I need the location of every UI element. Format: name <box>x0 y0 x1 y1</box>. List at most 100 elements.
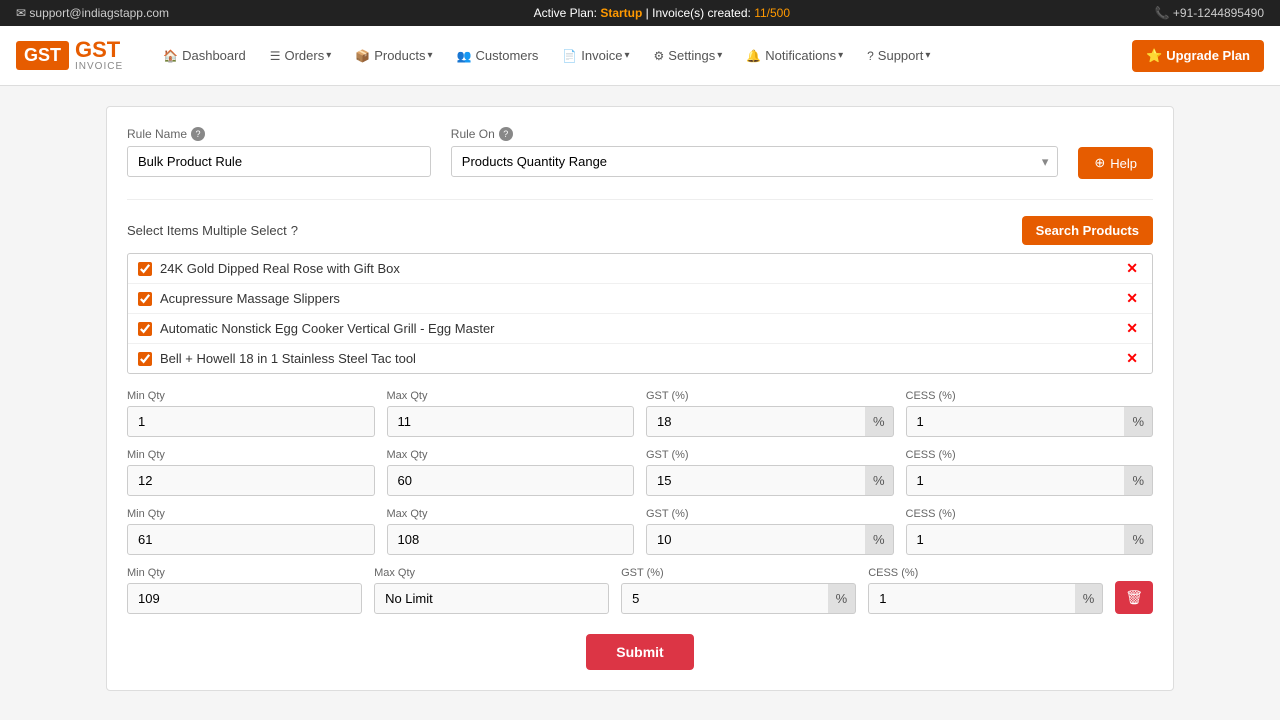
cess-percent-0: % <box>1124 406 1153 437</box>
support-caret: ▾ <box>925 50 930 61</box>
max-qty-input-1[interactable] <box>387 465 635 496</box>
rule-on-help-icon[interactable]: ? <box>499 127 513 141</box>
rule-name-help-icon[interactable]: ? <box>191 127 205 141</box>
rule-on-select-wrapper: Products Quantity Range Order Total Cust… <box>451 146 1059 177</box>
nav-customers[interactable]: 👥 Customers <box>447 40 549 71</box>
active-plan-info: Active Plan: Startup | Invoice(s) create… <box>534 6 790 20</box>
select-items-help-icon[interactable]: ? <box>291 223 298 238</box>
cess-input-wrapper-2: % <box>906 524 1154 555</box>
products-caret: ▾ <box>428 50 433 61</box>
item-name-2: Automatic Nonstick Egg Cooker Vertical G… <box>160 321 495 336</box>
help-button[interactable]: ⊕ Help <box>1078 147 1153 179</box>
min-qty-input-3[interactable] <box>127 583 362 614</box>
rule-name-input[interactable] <box>127 146 431 177</box>
gst-input-2[interactable] <box>646 524 865 555</box>
divider-1 <box>127 199 1153 200</box>
search-products-button[interactable]: Search Products <box>1022 216 1153 245</box>
nav-links: 🏠 Dashboard ☰ Orders ▾ 📦 Products ▾ 👥 Cu… <box>153 40 1264 72</box>
logo-icon: GST <box>16 41 69 70</box>
max-qty-group-3: Max Qty <box>374 567 609 614</box>
form-card: Rule Name ? Rule On ? Products Quantity … <box>106 106 1174 691</box>
rule-on-select[interactable]: Products Quantity Range Order Total Cust… <box>451 146 1059 177</box>
gst-group-2: GST (%) % <box>646 508 894 555</box>
top-bar: ✉ support@indiagstapp.com Active Plan: S… <box>0 0 1280 26</box>
support-email[interactable]: ✉ support@indiagstapp.com <box>16 6 169 20</box>
qty-row-2: Min Qty Max Qty GST (%) % CESS (%) <box>127 508 1153 555</box>
nav-invoice[interactable]: 📄 Invoice ▾ <box>552 40 639 71</box>
item-name-0: 24K Gold Dipped Real Rose with Gift Box <box>160 261 400 276</box>
max-qty-group-0: Max Qty <box>387 390 635 437</box>
max-qty-label-0: Max Qty <box>387 390 635 402</box>
items-list: 24K Gold Dipped Real Rose with Gift Box … <box>127 253 1153 374</box>
orders-caret: ▾ <box>326 50 331 61</box>
logo-gst: GST <box>75 39 123 61</box>
cess-input-1[interactable] <box>906 465 1125 496</box>
select-items-section: Select Items Multiple Select ? Search Pr… <box>127 216 1153 374</box>
nav-notifications[interactable]: 🔔 Notifications ▾ <box>736 40 853 71</box>
upgrade-plan-button[interactable]: ⭐ Upgrade Plan <box>1132 40 1264 72</box>
max-qty-label-1: Max Qty <box>387 449 635 461</box>
item-remove-3[interactable]: ✕ <box>1122 350 1142 367</box>
gst-input-1[interactable] <box>646 465 865 496</box>
item-name-1: Acupressure Massage Slippers <box>160 291 340 306</box>
cess-input-3[interactable] <box>868 583 1075 614</box>
gst-percent-1: % <box>865 465 894 496</box>
list-item: Bell + Howell 18 in 1 Stainless Steel Ta… <box>128 344 1152 373</box>
notifications-icon: 🔔 <box>746 49 761 63</box>
min-qty-label-1: Min Qty <box>127 449 375 461</box>
max-qty-label-2: Max Qty <box>387 508 635 520</box>
max-qty-input-0[interactable] <box>387 406 635 437</box>
nav-support[interactable]: ? Support ▾ <box>857 40 940 71</box>
item-name-3: Bell + Howell 18 in 1 Stainless Steel Ta… <box>160 351 416 366</box>
gst-input-wrapper-2: % <box>646 524 894 555</box>
select-items-label: Select Items Multiple Select ? <box>127 223 298 238</box>
list-item: Automatic Nonstick Egg Cooker Vertical G… <box>128 314 1152 344</box>
help-circle-icon: ⊕ <box>1094 155 1105 171</box>
gst-input-0[interactable] <box>646 406 865 437</box>
nav-products[interactable]: 📦 Products ▾ <box>345 40 442 71</box>
item-left-2: Automatic Nonstick Egg Cooker Vertical G… <box>138 321 495 336</box>
gst-input-3[interactable] <box>621 583 828 614</box>
item-remove-2[interactable]: ✕ <box>1122 320 1142 337</box>
min-qty-group-3: Min Qty <box>127 567 362 614</box>
cess-input-2[interactable] <box>906 524 1125 555</box>
customers-icon: 👥 <box>457 49 472 63</box>
invoice-caret: ▾ <box>625 50 630 61</box>
gst-label-1: GST (%) <box>646 449 894 461</box>
gst-percent-3: % <box>828 583 857 614</box>
min-qty-input-0[interactable] <box>127 406 375 437</box>
cess-input-0[interactable] <box>906 406 1125 437</box>
cess-label-3: CESS (%) <box>868 567 1103 579</box>
min-qty-input-1[interactable] <box>127 465 375 496</box>
gst-input-wrapper-1: % <box>646 465 894 496</box>
submit-button[interactable]: Submit <box>586 634 693 670</box>
delete-row-button-3[interactable]: 🗑 <box>1115 581 1153 614</box>
rule-on-group: Rule On ? Products Quantity Range Order … <box>451 127 1059 177</box>
orders-icon: ☰ <box>270 49 281 63</box>
main-nav: GST GST INVOICE 🏠 Dashboard ☰ Orders ▾ 📦… <box>0 26 1280 86</box>
max-qty-input-3[interactable] <box>374 583 609 614</box>
min-qty-label-0: Min Qty <box>127 390 375 402</box>
settings-caret: ▾ <box>717 50 722 61</box>
nav-orders[interactable]: ☰ Orders ▾ <box>260 40 342 71</box>
qty-row-3: Min Qty Max Qty GST (%) % CESS (%) <box>127 567 1153 614</box>
rule-name-label: Rule Name ? <box>127 127 431 141</box>
item-remove-0[interactable]: ✕ <box>1122 260 1142 277</box>
list-item: 24K Gold Dipped Real Rose with Gift Box … <box>128 254 1152 284</box>
cess-group-0: CESS (%) % <box>906 390 1154 437</box>
logo-text: GST INVOICE <box>75 39 123 72</box>
item-checkbox-3[interactable] <box>138 352 152 366</box>
cess-group-2: CESS (%) % <box>906 508 1154 555</box>
max-qty-input-2[interactable] <box>387 524 635 555</box>
max-qty-group-1: Max Qty <box>387 449 635 496</box>
cess-label-0: CESS (%) <box>906 390 1154 402</box>
item-checkbox-1[interactable] <box>138 292 152 306</box>
item-remove-1[interactable]: ✕ <box>1122 290 1142 307</box>
item-left-3: Bell + Howell 18 in 1 Stainless Steel Ta… <box>138 351 416 366</box>
gst-group-3: GST (%) % <box>621 567 856 614</box>
nav-settings[interactable]: ⚙ Settings ▾ <box>644 40 733 71</box>
min-qty-input-2[interactable] <box>127 524 375 555</box>
item-checkbox-2[interactable] <box>138 322 152 336</box>
nav-dashboard[interactable]: 🏠 Dashboard <box>153 40 256 71</box>
item-checkbox-0[interactable] <box>138 262 152 276</box>
